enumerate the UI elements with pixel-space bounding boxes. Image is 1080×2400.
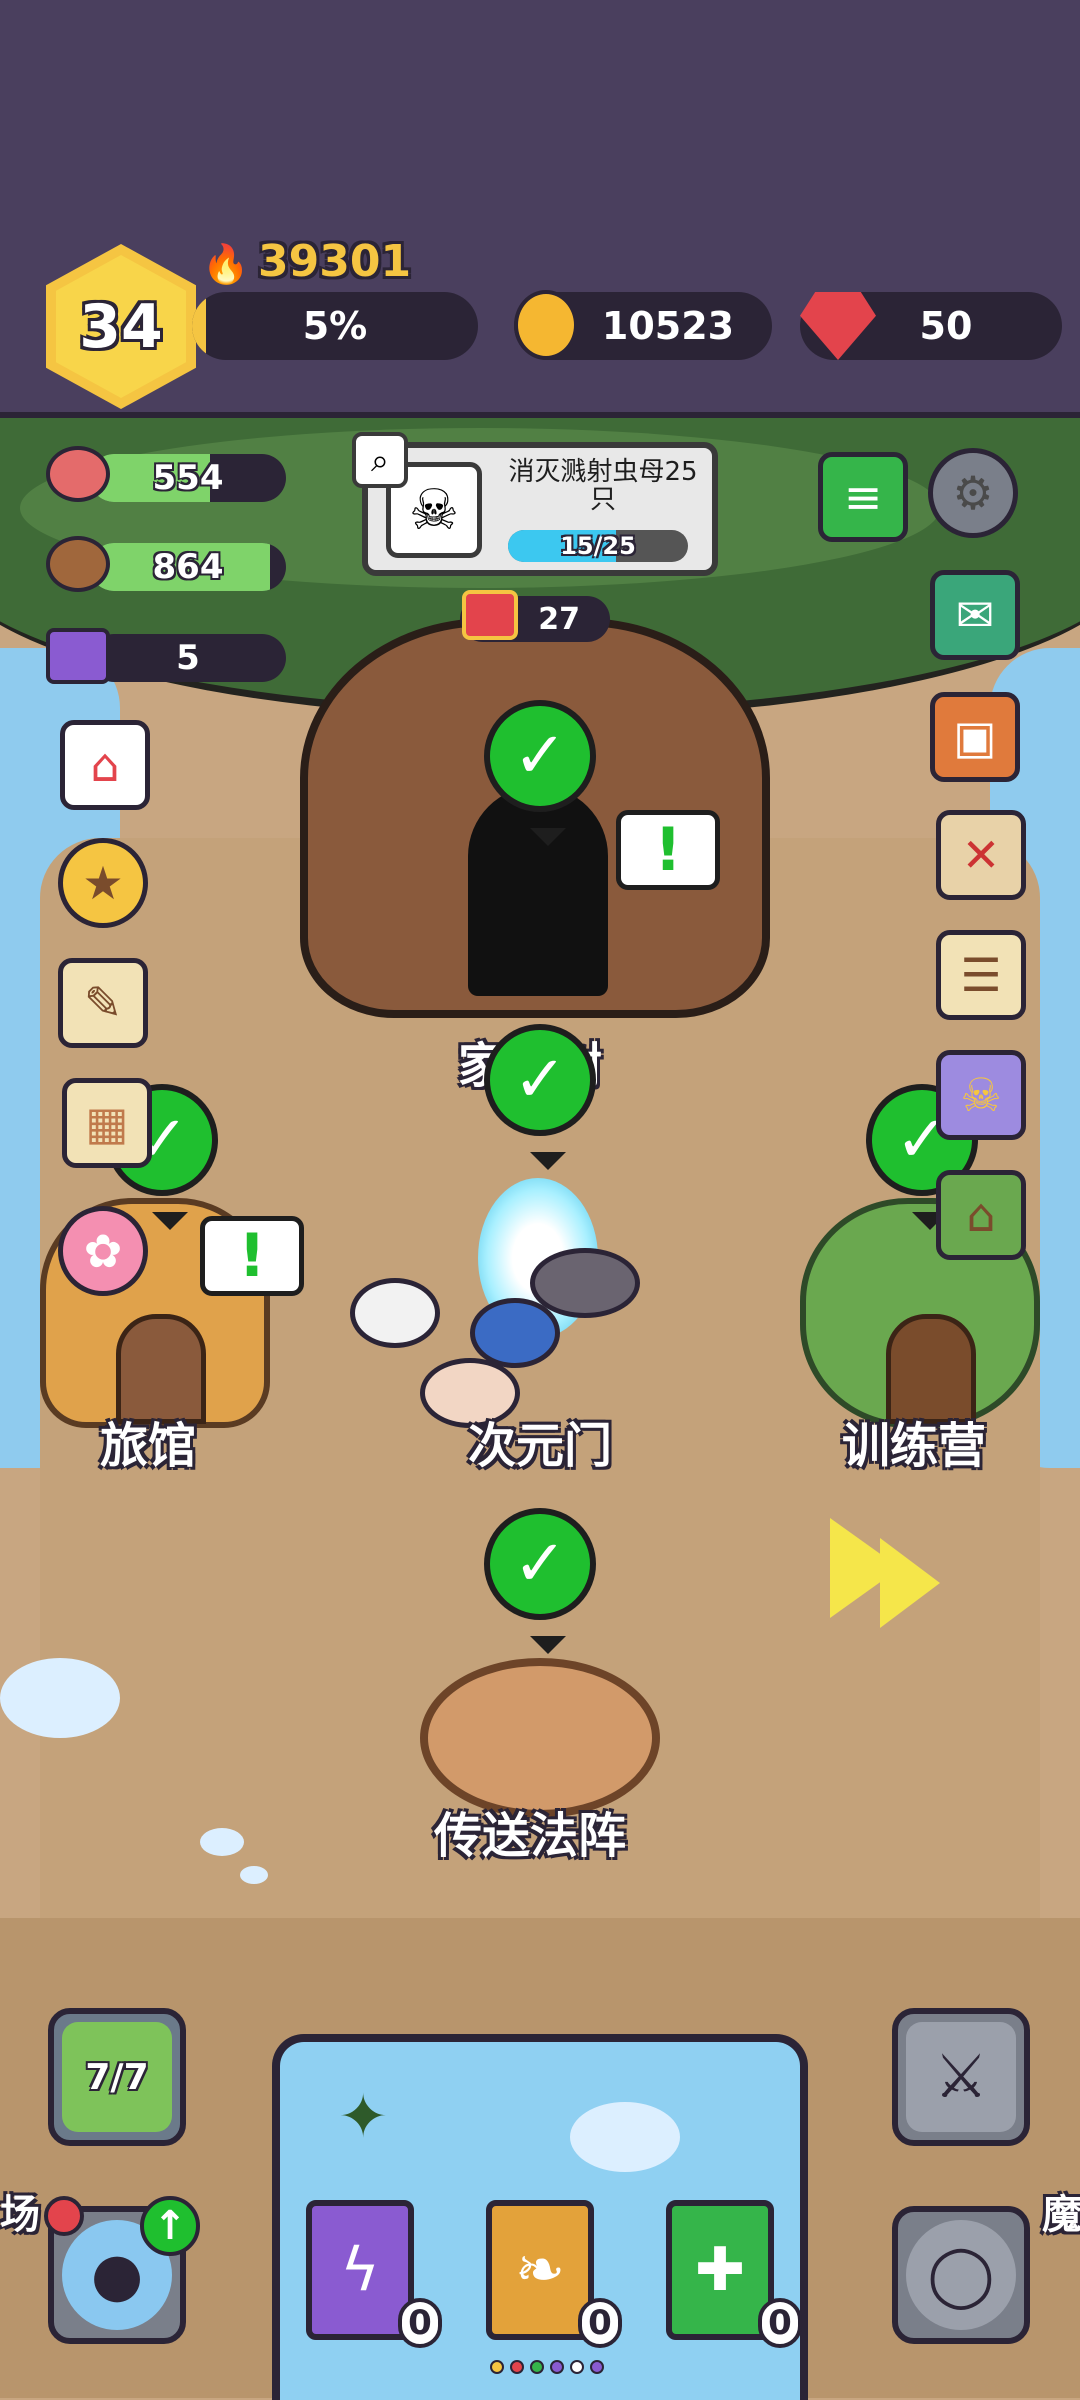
backpack-icon[interactable]: ▣: [930, 692, 1020, 782]
cloud-icon: [570, 2102, 680, 2172]
tree-check-icon[interactable]: ✓: [484, 700, 596, 846]
teleport-label: 传送法阵: [434, 1808, 627, 1864]
scroll-right-arrow-icon[interactable]: [830, 1518, 960, 1628]
teleport-circle[interactable]: [420, 1658, 660, 1818]
heal-book-count: 0: [758, 2298, 802, 2348]
quest-panel[interactable]: ☠ 消灭溅射虫母25只 15/25: [362, 442, 718, 576]
slime-counter: 7/7: [85, 2056, 149, 2098]
tree-hole: [468, 786, 608, 996]
right-edge-label: 魔: [1042, 2192, 1080, 2238]
portal-check-icon[interactable]: ✓: [484, 1024, 596, 1170]
power-value: 39301: [258, 236, 412, 287]
puddle-small: [200, 1828, 244, 1856]
level-badge[interactable]: 34: [46, 244, 196, 409]
plant-icon: ✦: [338, 2082, 389, 2152]
inn-label: 旅馆: [100, 1418, 197, 1474]
page-indicator: [490, 2360, 604, 2374]
teleport-check-icon[interactable]: ✓: [484, 1508, 596, 1654]
quest-title: 消灭溅射虫母25只: [508, 457, 698, 515]
puddle-tiny: [240, 1866, 268, 1884]
wood-logs-icon: [46, 536, 110, 592]
xp-bar: 5%: [192, 292, 478, 360]
scroll-list-icon[interactable]: ☰: [936, 930, 1026, 1020]
inn-alert-icon[interactable]: !: [200, 1216, 304, 1296]
camp-label: 训练营: [842, 1418, 987, 1474]
scroll-quill-icon[interactable]: ✎: [58, 958, 148, 1048]
search-icon[interactable]: ⌕: [352, 432, 408, 488]
purple-crystal-icon: [46, 628, 110, 684]
crystal-counter[interactable]: 5: [90, 634, 286, 682]
tree-alert-icon[interactable]: !: [616, 810, 720, 890]
crossed-swords-button[interactable]: ⚔: [892, 2008, 1030, 2146]
skull-tag-icon[interactable]: ☠: [936, 1050, 1026, 1140]
gear-icon[interactable]: ⚙: [928, 448, 1018, 538]
portal-label: 次元门: [468, 1418, 613, 1474]
lightning-book-count: 0: [398, 2298, 442, 2348]
gold-medal-icon[interactable]: ★: [58, 838, 148, 928]
gold-value: 10523: [601, 304, 735, 348]
xp-bar-fill: [192, 292, 207, 360]
treasure-chest-icon: [462, 590, 518, 640]
level-number: 34: [56, 255, 186, 398]
top-hud: 34 🔥 39301 5% 10523 50: [0, 0, 1080, 418]
meat-value: 554: [152, 458, 224, 498]
xp-percent: 5%: [302, 304, 368, 348]
chest-count: 27: [538, 601, 580, 637]
calendar-icon[interactable]: ▦: [62, 1078, 152, 1168]
mail-icon[interactable]: ✉: [930, 570, 1020, 660]
hut-icon[interactable]: ⌂: [936, 1170, 1026, 1260]
slime-swap-button[interactable]: 7/7: [48, 2008, 186, 2146]
shop-icon[interactable]: ⌂: [60, 720, 150, 810]
gold-coin-icon: [514, 290, 578, 360]
stone-portal-button[interactable]: ◯: [892, 2206, 1030, 2344]
meat-icon: [46, 446, 110, 502]
wood-value: 864: [152, 547, 224, 587]
left-edge-label: 场: [0, 2192, 40, 2238]
treasure-map-icon[interactable]: ✕: [936, 810, 1026, 900]
wing-book-count: 0: [578, 2298, 622, 2348]
fire-icon: 🔥: [202, 242, 250, 286]
quest-progress-bar: 15/25: [508, 530, 688, 562]
red-notification-dot: [44, 2196, 84, 2236]
crystal-value: 5: [176, 638, 200, 678]
meat-counter[interactable]: 554: [90, 454, 286, 502]
puddle: [0, 1658, 120, 1738]
upgrade-arrow-icon: ↑: [140, 2196, 200, 2256]
quest-progress-label: 15/25: [560, 532, 636, 560]
gem-value: 50: [919, 304, 973, 348]
wood-counter[interactable]: 864: [90, 543, 286, 591]
quest-book-icon[interactable]: ≡: [818, 452, 908, 542]
pink-slime-icon[interactable]: ✿: [58, 1206, 148, 1296]
